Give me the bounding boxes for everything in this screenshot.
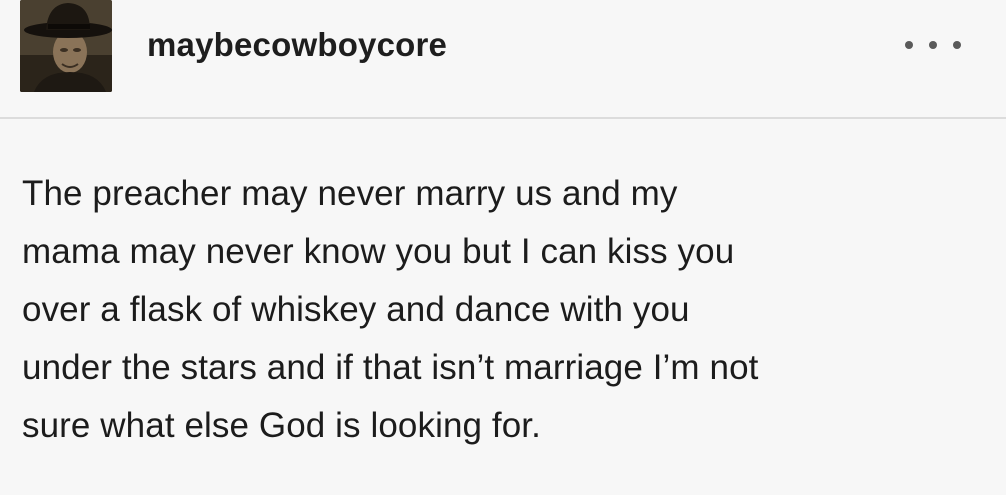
tumblr-post: maybecowboycore The preacher may never m… [0, 0, 1006, 495]
post-body: The preacher may never marry us and my m… [22, 165, 982, 455]
more-dots-icon[interactable] [905, 35, 961, 55]
post-body-line: The preacher may never marry us and my [22, 174, 678, 213]
avatar[interactable] [20, 0, 112, 92]
post-body-line: mama may never know you but I can kiss y… [22, 232, 735, 271]
post-body-line: under the stars and if that isn’t marria… [22, 348, 759, 387]
cowboy-hat-avatar-image [20, 0, 112, 92]
username[interactable]: maybecowboycore [147, 25, 447, 65]
dot [905, 41, 913, 49]
dot [953, 41, 961, 49]
post-header: maybecowboycore [0, 0, 1006, 118]
dot [929, 41, 937, 49]
header-divider [0, 117, 1006, 119]
post-body-line: sure what else God is looking for. [22, 406, 541, 445]
post-body-line: over a flask of whiskey and dance with y… [22, 290, 690, 329]
